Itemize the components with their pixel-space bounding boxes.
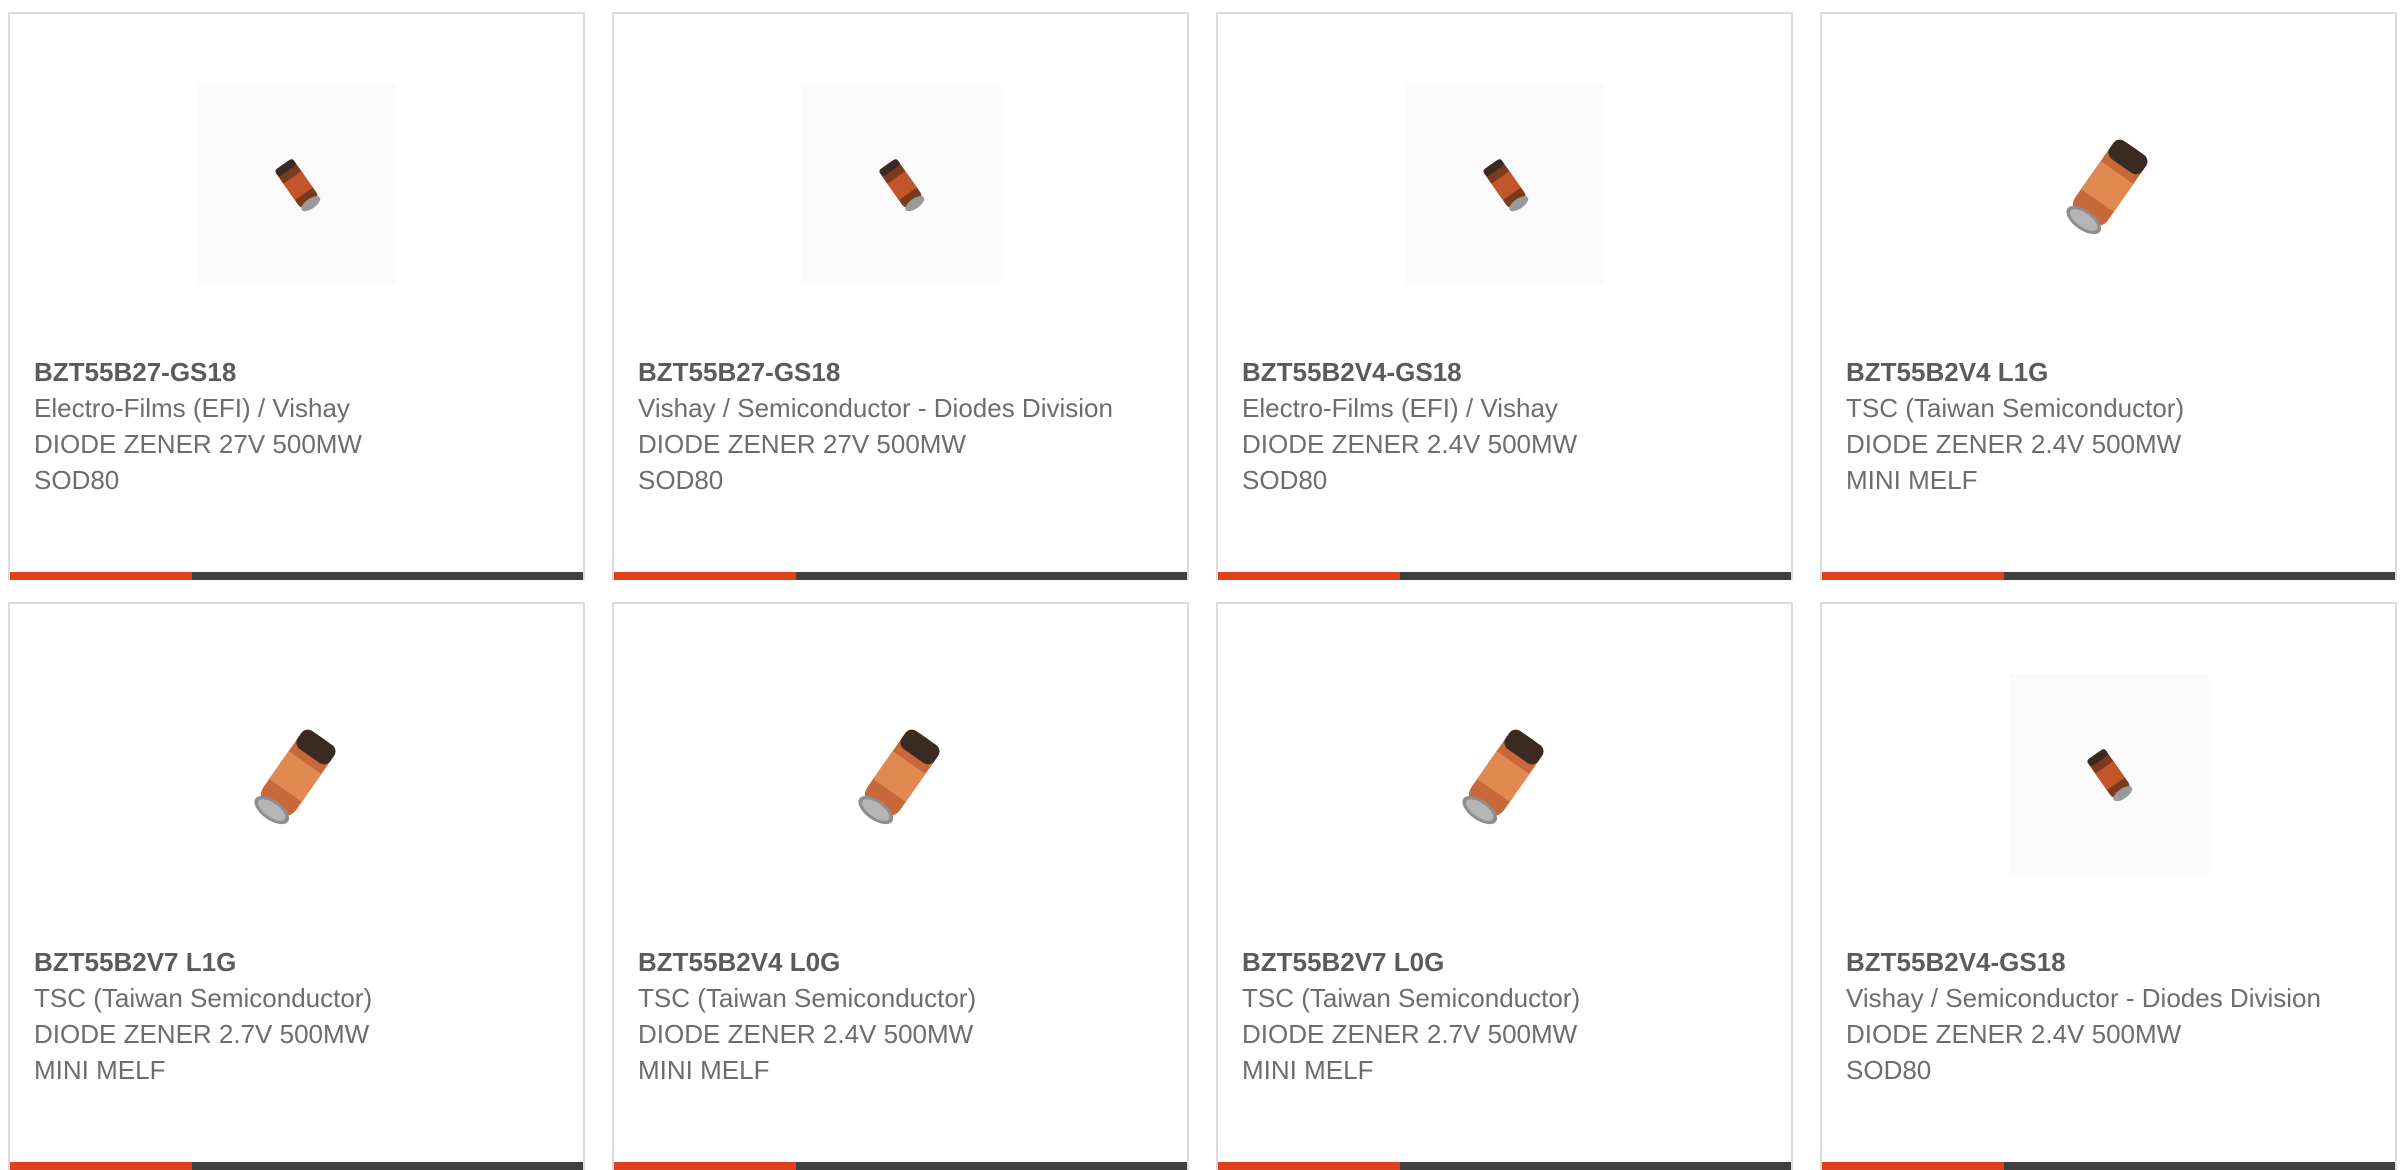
product-card[interactable]: BZT55B2V4-GS18 Electro-Films (EFI) / Vis… bbox=[1216, 12, 1793, 580]
card-bottom-bar bbox=[1218, 1162, 1791, 1170]
product-image[interactable] bbox=[614, 604, 1187, 944]
card-accent-bar bbox=[10, 572, 192, 580]
sod80-diode-icon bbox=[196, 84, 397, 284]
part-number[interactable]: BZT55B2V4 L1G bbox=[1846, 354, 2371, 390]
card-bottom-bar bbox=[614, 572, 1187, 580]
card-bottom-bar bbox=[1822, 572, 2395, 580]
description: DIODE ZENER 2.4V 500MW bbox=[1846, 1019, 2182, 1049]
description: DIODE ZENER 2.7V 500MW bbox=[34, 1019, 370, 1049]
part-number[interactable]: BZT55B2V4-GS18 bbox=[1242, 354, 1767, 390]
card-bottom-bar bbox=[10, 1162, 583, 1170]
description: DIODE ZENER 2.4V 500MW bbox=[1242, 429, 1578, 459]
product-image[interactable] bbox=[614, 14, 1187, 354]
package: MINI MELF bbox=[34, 1055, 166, 1085]
mini-melf-diode-icon bbox=[253, 729, 335, 825]
mini-melf-diode-icon bbox=[857, 729, 939, 825]
product-image[interactable] bbox=[10, 14, 583, 354]
package: MINI MELF bbox=[1846, 465, 1978, 495]
card-accent-bar bbox=[1218, 1162, 1400, 1170]
sod80-diode-icon bbox=[2008, 674, 2209, 874]
package: SOD80 bbox=[34, 465, 120, 495]
part-number[interactable]: BZT55B2V4 L0G bbox=[638, 944, 1163, 980]
product-image[interactable] bbox=[1822, 14, 2395, 354]
product-card[interactable]: BZT55B2V4 L1G TSC (Taiwan Semiconductor)… bbox=[1820, 12, 2397, 580]
product-card[interactable]: BZT55B2V7 L1G TSC (Taiwan Semiconductor)… bbox=[8, 602, 585, 1170]
card-accent-bar bbox=[10, 1162, 192, 1170]
product-card[interactable]: BZT55B2V4 L0G TSC (Taiwan Semiconductor)… bbox=[612, 602, 1189, 1170]
package: MINI MELF bbox=[638, 1055, 770, 1085]
manufacturer: TSC (Taiwan Semiconductor) bbox=[34, 983, 373, 1013]
package: SOD80 bbox=[1242, 465, 1328, 495]
description: DIODE ZENER 2.4V 500MW bbox=[638, 1019, 974, 1049]
card-accent-bar bbox=[1218, 572, 1400, 580]
description: DIODE ZENER 27V 500MW bbox=[34, 429, 362, 459]
part-number[interactable]: BZT55B2V4-GS18 bbox=[1846, 944, 2371, 980]
part-number[interactable]: BZT55B2V7 L0G bbox=[1242, 944, 1767, 980]
package: MINI MELF bbox=[1242, 1055, 1374, 1085]
mini-melf-diode-icon bbox=[2065, 139, 2147, 235]
manufacturer: Electro-Films (EFI) / Vishay bbox=[1242, 393, 1558, 423]
card-accent-bar bbox=[614, 572, 796, 580]
card-bottom-bar bbox=[10, 572, 583, 580]
part-number[interactable]: BZT55B27-GS18 bbox=[638, 354, 1163, 390]
card-bottom-bar bbox=[1218, 572, 1791, 580]
sod80-diode-icon bbox=[800, 84, 1001, 284]
product-grid: BZT55B27-GS18 Electro-Films (EFI) / Vish… bbox=[0, 0, 2400, 1170]
product-card[interactable]: BZT55B27-GS18 Electro-Films (EFI) / Vish… bbox=[8, 12, 585, 580]
description: DIODE ZENER 2.4V 500MW bbox=[1846, 429, 2182, 459]
card-accent-bar bbox=[1822, 1162, 2004, 1170]
description: DIODE ZENER 2.7V 500MW bbox=[1242, 1019, 1578, 1049]
product-card[interactable]: BZT55B2V7 L0G TSC (Taiwan Semiconductor)… bbox=[1216, 602, 1793, 1170]
description: DIODE ZENER 27V 500MW bbox=[638, 429, 966, 459]
card-accent-bar bbox=[614, 1162, 796, 1170]
part-number[interactable]: BZT55B2V7 L1G bbox=[34, 944, 559, 980]
card-bottom-bar bbox=[614, 1162, 1187, 1170]
mini-melf-diode-icon bbox=[1461, 729, 1543, 825]
manufacturer: Vishay / Semiconductor - Diodes Division bbox=[1846, 983, 2321, 1013]
product-image[interactable] bbox=[1218, 14, 1791, 354]
package: SOD80 bbox=[638, 465, 724, 495]
manufacturer: TSC (Taiwan Semiconductor) bbox=[638, 983, 977, 1013]
manufacturer: TSC (Taiwan Semiconductor) bbox=[1846, 393, 2185, 423]
product-card[interactable]: BZT55B27-GS18 Vishay / Semiconductor - D… bbox=[612, 12, 1189, 580]
sod80-diode-icon bbox=[1404, 84, 1605, 284]
product-card[interactable]: BZT55B2V4-GS18 Vishay / Semiconductor - … bbox=[1820, 602, 2397, 1170]
part-number[interactable]: BZT55B27-GS18 bbox=[34, 354, 559, 390]
product-image[interactable] bbox=[1218, 604, 1791, 944]
product-image[interactable] bbox=[1822, 604, 2395, 944]
card-bottom-bar bbox=[1822, 1162, 2395, 1170]
card-accent-bar bbox=[1822, 572, 2004, 580]
manufacturer: Vishay / Semiconductor - Diodes Division bbox=[638, 393, 1113, 423]
manufacturer: Electro-Films (EFI) / Vishay bbox=[34, 393, 350, 423]
product-image[interactable] bbox=[10, 604, 583, 944]
package: SOD80 bbox=[1846, 1055, 1932, 1085]
manufacturer: TSC (Taiwan Semiconductor) bbox=[1242, 983, 1581, 1013]
